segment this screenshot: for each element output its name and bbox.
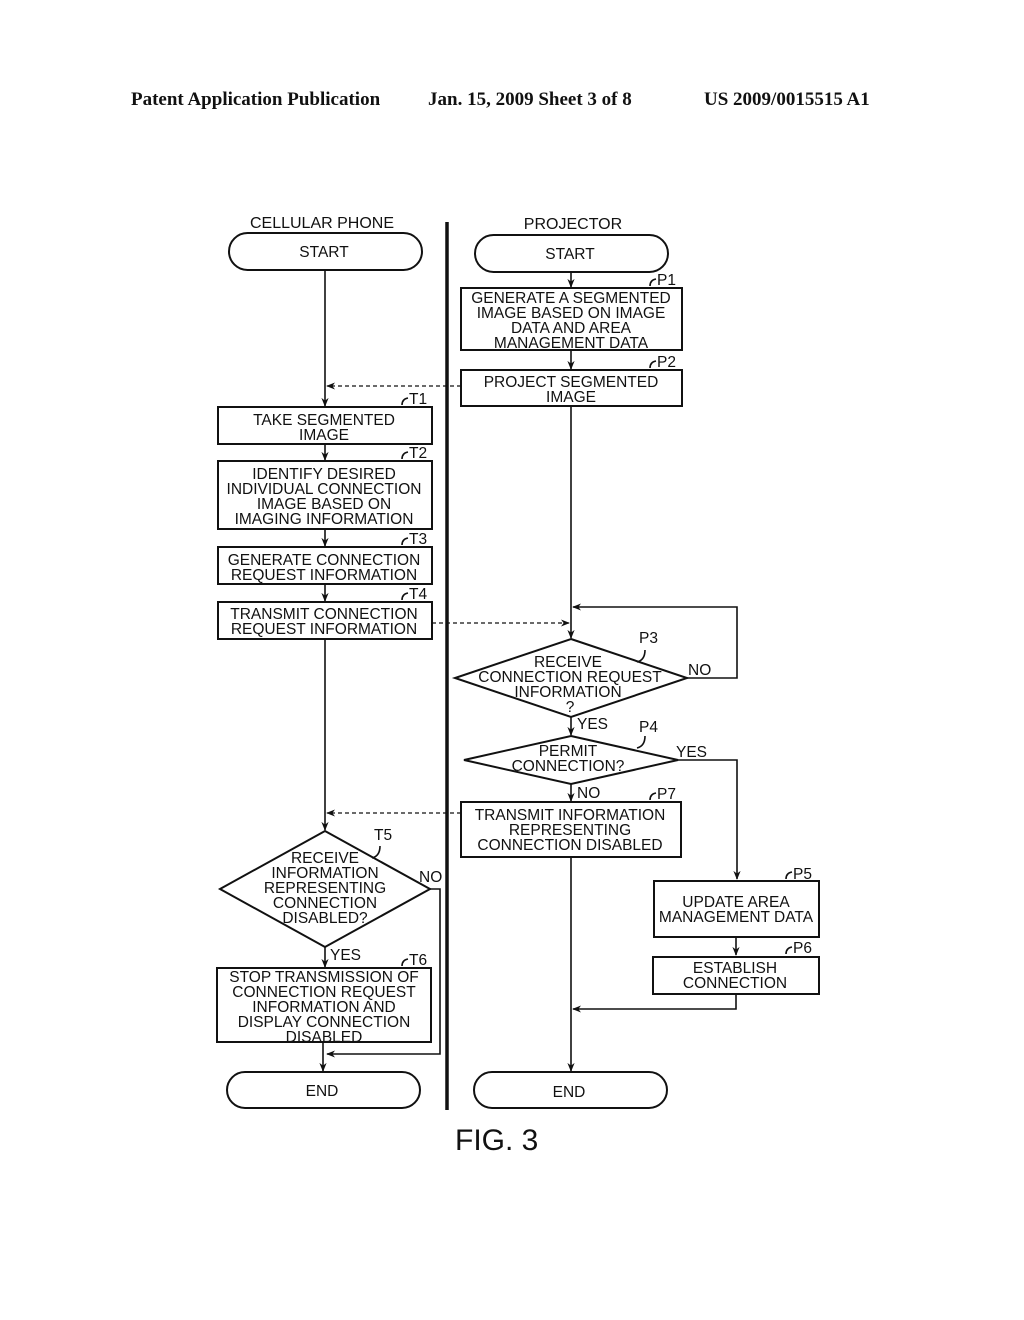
step-text: IMAGING INFORMATION bbox=[235, 511, 414, 528]
step-tag: T5 bbox=[374, 827, 392, 844]
leader-line bbox=[371, 845, 381, 859]
step-tag: P5 bbox=[793, 866, 812, 883]
leader-line bbox=[401, 451, 409, 460]
lane-header-projector: PROJECTOR bbox=[524, 216, 622, 233]
decision-text: DISABLED? bbox=[282, 910, 368, 927]
step-tag: T1 bbox=[409, 391, 427, 408]
step-text: IMAGE bbox=[546, 389, 596, 406]
leader-line bbox=[401, 958, 409, 967]
terminal-end-left: END bbox=[226, 1071, 421, 1109]
branch-label-p3-yes: YES bbox=[577, 716, 608, 733]
arrow-p4-yes-to-p5 bbox=[678, 759, 741, 880]
figure-caption: FIG. 3 bbox=[455, 1124, 538, 1157]
step-text: CONNECTION DISABLED bbox=[477, 837, 662, 854]
step-text: REQUEST INFORMATION bbox=[231, 621, 417, 638]
arrow-p6-to-end bbox=[572, 994, 737, 1013]
step-tag: P1 bbox=[657, 272, 676, 289]
decision-p3: RECEIVE CONNECTION REQUEST INFORMATION ?… bbox=[451, 630, 691, 719]
terminal-label: START bbox=[545, 246, 595, 263]
step-tag: P3 bbox=[639, 630, 658, 647]
branch-label-p4-yes: YES bbox=[676, 744, 707, 761]
lane-header-cellular-phone: CELLULAR PHONE bbox=[250, 215, 394, 232]
leader-line bbox=[649, 360, 657, 369]
leader-line bbox=[401, 397, 409, 406]
leader-line bbox=[785, 946, 793, 955]
step-tag: P4 bbox=[639, 719, 658, 736]
step-tag: T2 bbox=[409, 445, 427, 462]
step-tag: P6 bbox=[793, 940, 812, 957]
step-text: MANAGEMENT DATA bbox=[659, 909, 814, 926]
terminal-start-right: START bbox=[474, 234, 669, 273]
leader-line bbox=[785, 871, 793, 880]
terminal-label: START bbox=[299, 244, 349, 261]
step-tag: P2 bbox=[657, 354, 676, 371]
step-tag: T6 bbox=[409, 952, 427, 969]
branch-label-t5-no: NO bbox=[419, 869, 442, 886]
terminal-end-right: END bbox=[473, 1071, 668, 1109]
decision-t5: RECEIVE INFORMATION REPRESENTING CONNECT… bbox=[217, 827, 433, 949]
step-text: CONNECTION bbox=[683, 975, 787, 992]
leader-line bbox=[636, 735, 646, 749]
leader-line bbox=[401, 537, 409, 546]
step-text: DISABLED bbox=[286, 1029, 363, 1046]
flowchart: CELLULAR PHONE PROJECTOR START TAKE SEGM… bbox=[216, 215, 820, 1157]
branch-label-p3-no: NO bbox=[688, 662, 711, 679]
step-text: MANAGEMENT DATA bbox=[494, 335, 649, 352]
step-tag: T3 bbox=[409, 531, 427, 548]
leader-line bbox=[649, 792, 657, 801]
step-text: REQUEST INFORMATION bbox=[231, 567, 417, 584]
step-text: IMAGE bbox=[299, 427, 349, 444]
decision-text: CONNECTION? bbox=[512, 758, 625, 775]
step-tag: P7 bbox=[657, 786, 676, 803]
branch-label-p4-no: NO bbox=[577, 785, 600, 802]
decision-text: ? bbox=[566, 699, 575, 716]
leader-line bbox=[401, 592, 409, 601]
terminal-label: END bbox=[553, 1084, 586, 1101]
branch-label-t5-yes: YES bbox=[330, 947, 361, 964]
step-t6: STOP TRANSMISSION OF CONNECTION REQUEST … bbox=[216, 952, 432, 1046]
leader-line bbox=[649, 278, 657, 287]
leader-line bbox=[636, 649, 646, 663]
terminal-start-left: START bbox=[228, 232, 423, 271]
step-tag: T4 bbox=[409, 586, 427, 603]
terminal-label: END bbox=[306, 1083, 339, 1100]
